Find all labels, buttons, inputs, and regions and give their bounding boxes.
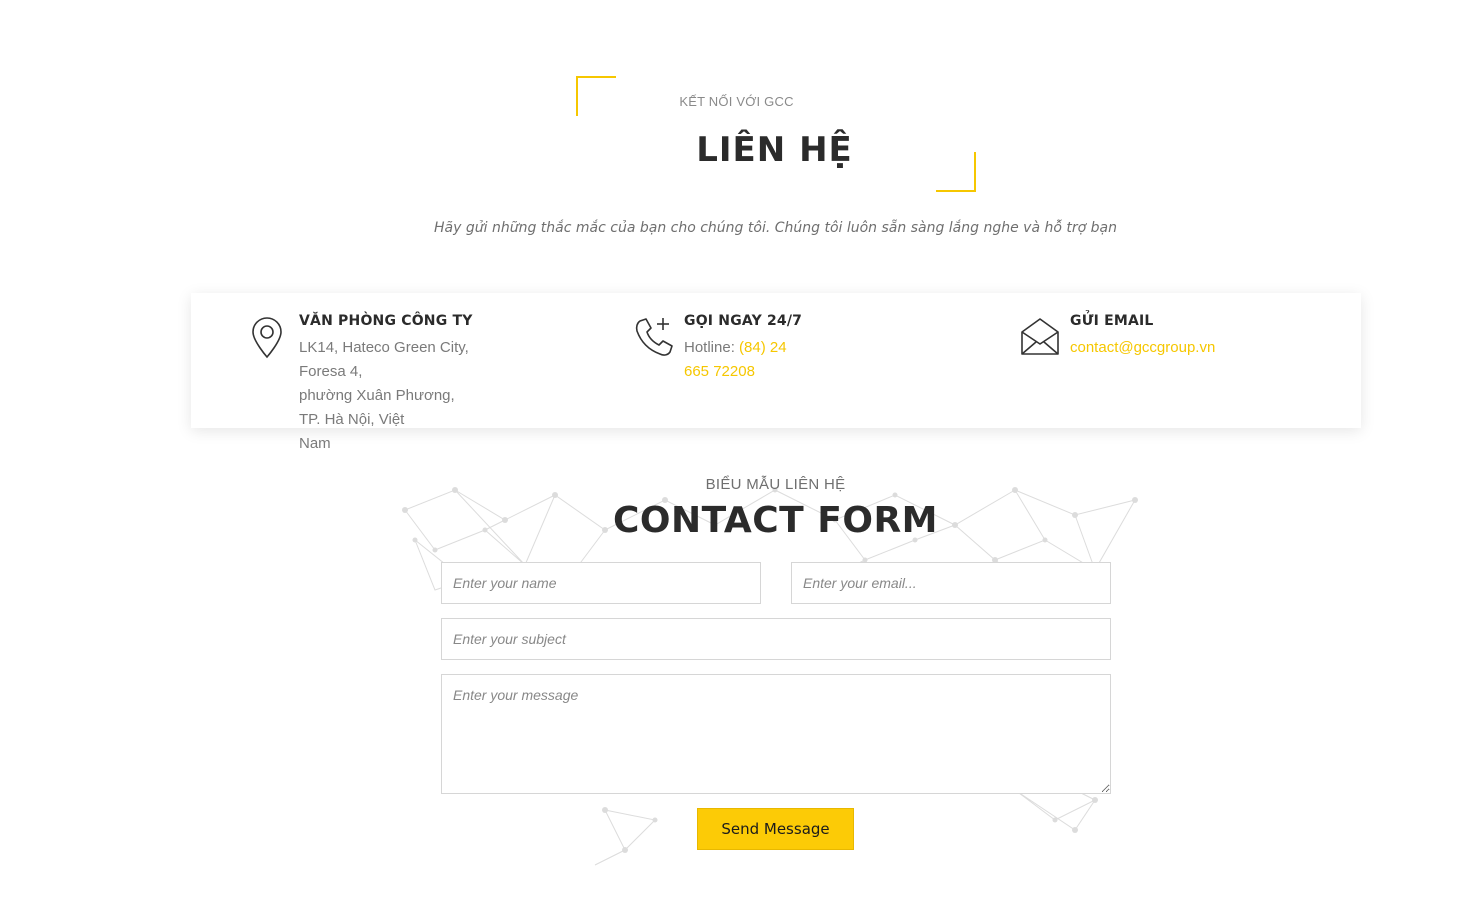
message-textarea[interactable]: [442, 675, 1110, 793]
office-address-line: Nam: [299, 435, 331, 452]
map-pin-icon: [249, 315, 289, 359]
office-address-line: phường Xuân Phương, TP. Hà Nội, Việt: [299, 387, 455, 428]
envelope-open-icon: [1020, 315, 1060, 359]
form-eyebrow: BIỂU MẪU LIÊN HỆ: [705, 476, 846, 493]
email-heading: GỬI EMAIL: [1070, 313, 1154, 329]
name-input[interactable]: [442, 563, 760, 603]
section-eyebrow: KẾT NỐI VỚI GCC: [679, 94, 794, 109]
page-title: LIÊN HỆ: [696, 130, 853, 170]
phone-plus-icon: [634, 315, 674, 359]
phone-heading: GỌI NGAY 24/7: [684, 313, 803, 329]
message-field: [441, 674, 1111, 794]
subject-field: [441, 618, 1111, 660]
email-address-link[interactable]: contact@gccgroup.vn: [1070, 339, 1215, 356]
email-input[interactable]: [792, 563, 1110, 603]
phone-text: GỌI NGAY 24/7 Hotline: (84) 24 665 72208: [684, 313, 802, 384]
email-field: [791, 562, 1111, 604]
page-tagline: Hãy gửi những thắc mắc của bạn cho chúng…: [434, 220, 1117, 236]
name-field: [441, 562, 761, 604]
subject-input[interactable]: [442, 619, 1110, 659]
office-address-line: LK14, Hateco Green City, Foresa 4,: [299, 339, 469, 380]
send-message-button[interactable]: Send Message: [697, 808, 854, 850]
hotline-row: Hotline: (84) 24 665 72208: [684, 336, 802, 384]
office-heading: VĂN PHÒNG CÔNG TY: [299, 313, 473, 329]
email-row: contact@gccgroup.vn: [1070, 336, 1215, 360]
office-text: VĂN PHÒNG CÔNG TY LK14, Hateco Green Cit…: [299, 313, 473, 456]
hotline-label: Hotline:: [684, 339, 740, 356]
email-text: GỬI EMAIL contact@gccgroup.vn: [1070, 313, 1215, 360]
form-title: CONTACT FORM: [612, 500, 939, 541]
office-address: LK14, Hateco Green City, Foresa 4, phườn…: [299, 336, 473, 456]
contact-info-card: VĂN PHÒNG CÔNG TY LK14, Hateco Green Cit…: [191, 293, 1361, 452]
